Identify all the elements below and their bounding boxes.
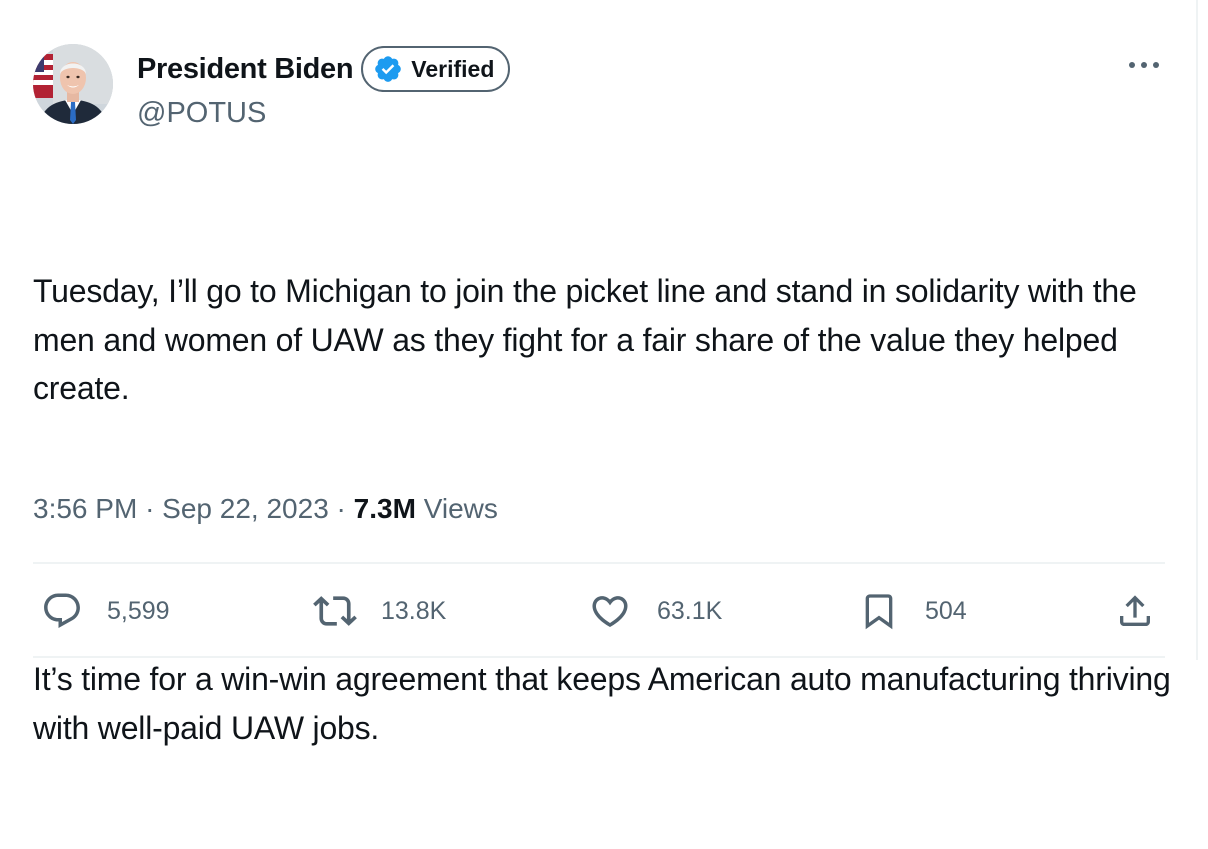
verified-label: Verified	[411, 55, 495, 82]
views-count[interactable]: 7.3M	[354, 493, 416, 524]
tweet-paragraph-2: It’s time for a win-win agreement that k…	[33, 661, 1180, 746]
reply-count: 5,599	[107, 596, 170, 625]
share-icon	[1120, 595, 1150, 626]
tweet-time[interactable]: 3:56 PM	[33, 493, 137, 524]
author-name-row: President Biden Verified	[137, 44, 511, 94]
author-display-name[interactable]: President Biden	[137, 53, 354, 86]
heart-icon	[592, 596, 628, 628]
verified-badge[interactable]: Verified	[361, 46, 511, 92]
tweet-meta: 3:56 PM · Sep 22, 2023 · 7.3M Views	[33, 493, 498, 525]
tweet-paragraph-1: Tuesday, I’ll go to Michigan to join the…	[33, 273, 1146, 406]
action-bar: 5,599 13.8K 63.1K 504	[33, 586, 1165, 636]
bookmark-count: 504	[925, 596, 967, 625]
author-handle[interactable]: @POTUS	[137, 97, 266, 130]
reply-icon	[44, 593, 80, 628]
repost-icon	[313, 596, 357, 626]
like-count: 63.1K	[657, 596, 723, 625]
repost-count: 13.8K	[381, 596, 447, 625]
bookmark-icon	[865, 594, 893, 630]
views-label: Views	[423, 493, 498, 524]
share-button[interactable]	[1115, 586, 1155, 636]
verified-badge-icon	[373, 54, 403, 84]
like-button[interactable]: 63.1K	[589, 586, 722, 636]
meta-separator: ·	[336, 493, 346, 524]
column-border	[1196, 0, 1198, 660]
more-icon	[1129, 62, 1159, 68]
bookmark-button[interactable]: 504	[859, 586, 967, 636]
reply-button[interactable]: 5,599	[41, 586, 170, 636]
tweet-card: President Biden Verified @POTUS Tuesday,…	[0, 0, 1196, 746]
avatar-photo	[33, 44, 113, 124]
divider-top	[33, 562, 1165, 564]
divider-bottom	[33, 656, 1165, 658]
avatar[interactable]	[33, 44, 113, 124]
tweet-date[interactable]: Sep 22, 2023	[162, 493, 329, 524]
more-button[interactable]	[1122, 50, 1166, 80]
repost-button[interactable]: 13.8K	[313, 586, 446, 636]
meta-separator: ·	[145, 493, 155, 524]
